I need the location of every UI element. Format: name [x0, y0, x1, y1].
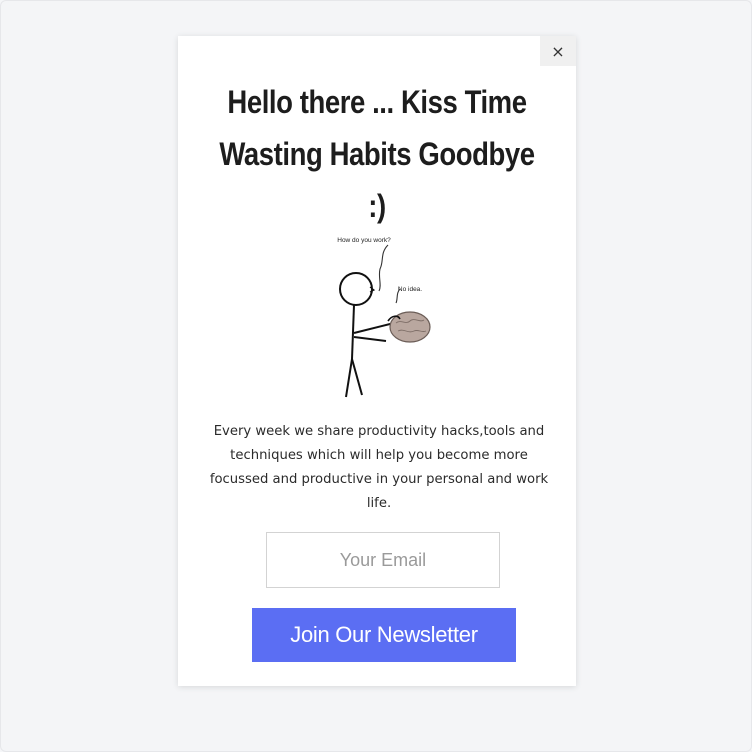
speech-answer: No idea.	[398, 286, 422, 293]
newsletter-popup: × Hello there ... Kiss Time Wasting Habi…	[178, 36, 576, 686]
speech-question: How do you work?	[337, 237, 391, 244]
stick-figure-illustration: How do you work? No idea.	[276, 229, 480, 399]
close-button[interactable]: ×	[540, 36, 576, 66]
popup-description: Every week we share productivity hacks,t…	[209, 424, 549, 511]
email-field[interactable]	[266, 532, 500, 588]
stick-figure-drawing: How do you work? No idea.	[337, 237, 431, 398]
popup-title: Hello there ... Kiss Time Wasting Habits…	[219, 84, 535, 224]
join-newsletter-button[interactable]: Join Our Newsletter	[252, 608, 516, 662]
